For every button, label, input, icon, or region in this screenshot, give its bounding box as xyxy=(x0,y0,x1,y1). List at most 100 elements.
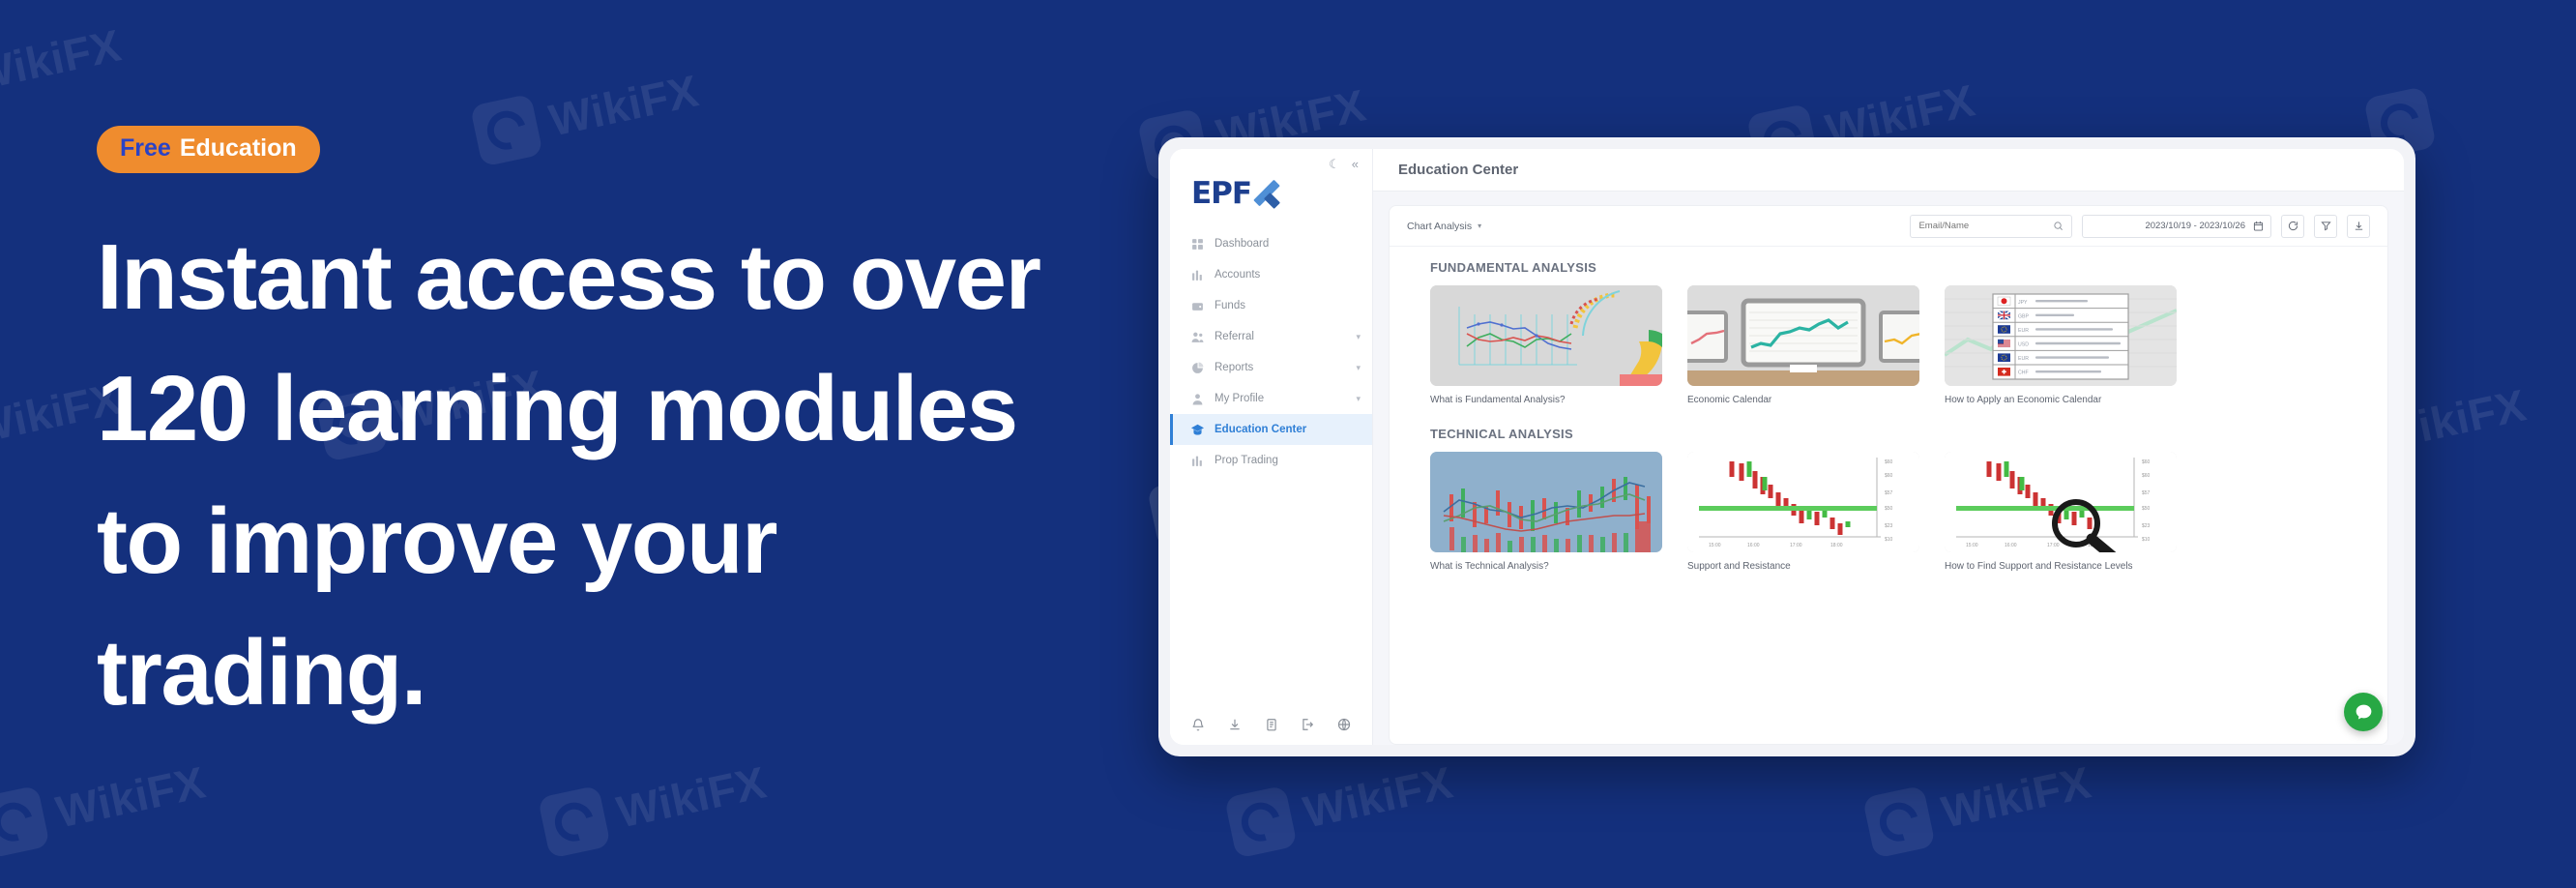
sidebar-item-dashboard[interactable]: Dashboard xyxy=(1170,228,1372,259)
sidebar-item-label: Referral xyxy=(1215,331,1254,342)
thumbnail-monitors xyxy=(1687,285,1919,386)
sidebar-item-reports[interactable]: Reports ▾ xyxy=(1170,352,1372,383)
sidebar-item-label: Prop Trading xyxy=(1215,455,1278,466)
users-icon xyxy=(1191,331,1204,343)
download-icon[interactable] xyxy=(1228,718,1242,731)
card-what-is-fundamental-analysis[interactable]: What is Fundamental Analysis? xyxy=(1430,285,1662,405)
thumbnail-flag-table: JPY GBP EUR USD EUR CHF xyxy=(1945,285,2177,386)
watermark: WikiFX xyxy=(1861,751,2096,859)
graduation-icon xyxy=(1191,424,1204,436)
wikifx-logo-icon xyxy=(1223,784,1298,859)
bell-icon[interactable] xyxy=(1191,718,1205,731)
wallet-icon xyxy=(1191,300,1204,312)
watermark: WikiFX xyxy=(537,751,772,859)
chart-analysis-select[interactable]: Chart Analysis ▾ xyxy=(1407,221,1481,232)
sidebar-item-referral[interactable]: Referral ▾ xyxy=(1170,321,1372,352)
sidebar-item-my-profile[interactable]: My Profile ▾ xyxy=(1170,383,1372,414)
sidebar-item-label: Dashboard xyxy=(1215,238,1270,250)
date-range-value: 2023/10/19 - 2023/10/26 xyxy=(2145,221,2245,231)
svg-text:$50: $50 xyxy=(2142,506,2151,512)
main-content: Education Center Chart Analysis ▾ 2023/1… xyxy=(1373,149,2404,745)
logout-icon[interactable] xyxy=(1301,718,1314,731)
fundamental-card-grid: What is Fundamental Analysis? Economic C… xyxy=(1390,285,2387,405)
pie-icon xyxy=(1191,362,1204,374)
svg-text:16:00: 16:00 xyxy=(2005,543,2017,548)
date-range-field[interactable]: 2023/10/19 - 2023/10/26 xyxy=(2082,214,2271,238)
watermark-text: WikiFX xyxy=(1937,756,2095,838)
moon-icon[interactable]: ☾ xyxy=(1329,158,1340,170)
epfx-logo: EPF xyxy=(1170,170,1372,226)
badge-education-label: Education xyxy=(179,134,297,162)
svg-text:GBP: GBP xyxy=(2018,314,2029,320)
sidebar-item-education-center[interactable]: Education Center xyxy=(1170,414,1372,445)
watermark: WikiFX xyxy=(0,751,211,859)
watermark-text: WikiFX xyxy=(0,19,126,101)
sidebar-item-accounts[interactable]: Accounts xyxy=(1170,259,1372,290)
export-button[interactable] xyxy=(2347,214,2370,238)
card-caption: What is Technical Analysis? xyxy=(1430,561,1549,572)
card-how-to-find-support-resistance[interactable]: 15:0016:0017:0018:00 $60$60$57$50$23$10 xyxy=(1945,452,2177,572)
hero-copy: Free Education Instant access to over 120… xyxy=(97,126,1122,739)
whatsapp-chat-button[interactable] xyxy=(2344,693,2383,731)
svg-text:$10: $10 xyxy=(2142,537,2151,543)
chevron-down-icon: ▾ xyxy=(1356,331,1361,341)
sidebar-item-label: Funds xyxy=(1215,300,1245,311)
collapse-icon[interactable]: « xyxy=(1352,158,1359,170)
search-input[interactable] xyxy=(1918,221,2054,231)
sidebar-nav: Dashboard Accounts Funds Referral ▾ Repo… xyxy=(1170,226,1372,718)
card-support-and-resistance[interactable]: 15:00 16:00 17:00 18:00 $60 $60 $57 $50 $23 $10 … xyxy=(1687,452,1919,572)
education-panel: Chart Analysis ▾ 2023/10/19 - 2023/10/26 xyxy=(1389,205,2388,745)
refresh-button[interactable] xyxy=(2281,214,2304,238)
card-caption: Economic Calendar xyxy=(1687,395,1772,405)
svg-text:$23: $23 xyxy=(2142,523,2151,529)
sidebar-item-prop-trading[interactable]: Prop Trading xyxy=(1170,445,1372,476)
wikifx-logo-icon xyxy=(0,784,50,859)
filter-button[interactable] xyxy=(2314,214,2337,238)
user-icon xyxy=(1191,393,1204,405)
page-header: Education Center xyxy=(1373,149,2404,192)
sidebar-item-funds[interactable]: Funds xyxy=(1170,290,1372,321)
card-caption: How to Apply an Economic Calendar xyxy=(1945,395,2102,405)
globe-icon[interactable] xyxy=(1337,718,1351,731)
svg-text:CHF: CHF xyxy=(2018,370,2029,376)
status-badge: Free Education xyxy=(97,126,320,173)
page-title: Instant access to over 120 learning modu… xyxy=(97,225,1041,725)
svg-text:16:00: 16:00 xyxy=(1747,543,1760,548)
card-caption: Support and Resistance xyxy=(1687,561,1791,572)
clipboard-icon[interactable] xyxy=(1265,718,1278,731)
wikifx-logo-icon xyxy=(537,784,611,859)
sidebar-item-label: Education Center xyxy=(1215,424,1307,435)
download-icon xyxy=(2355,222,2362,230)
search-field[interactable] xyxy=(1910,214,2073,238)
bars-icon xyxy=(1191,269,1204,281)
sidebar-bottom-actions xyxy=(1170,718,1372,745)
calendar-icon xyxy=(2253,221,2264,231)
card-caption: What is Fundamental Analysis? xyxy=(1430,395,1566,405)
sidebar-item-label: Accounts xyxy=(1215,269,1261,281)
thumbnail-line-chart-donut xyxy=(1430,285,1662,386)
watermark-text: WikiFX xyxy=(51,756,210,838)
chevron-down-icon: ▾ xyxy=(1478,222,1482,230)
svg-text:$50: $50 xyxy=(1885,506,1893,512)
svg-text:15:00: 15:00 xyxy=(1709,543,1721,548)
watermark-text: WikiFX xyxy=(1299,756,1457,838)
card-what-is-technical-analysis[interactable]: What is Technical Analysis? xyxy=(1430,452,1662,572)
svg-text:EUR: EUR xyxy=(2018,328,2029,334)
chevron-down-icon: ▾ xyxy=(1356,393,1361,403)
svg-text:17:00: 17:00 xyxy=(2047,543,2060,548)
svg-text:JPY: JPY xyxy=(2018,300,2028,306)
wikifx-logo-icon xyxy=(1861,784,1936,859)
svg-text:$57: $57 xyxy=(1885,490,1893,496)
svg-text:$57: $57 xyxy=(2142,490,2151,496)
card-economic-calendar[interactable]: Economic Calendar xyxy=(1687,285,1919,405)
card-how-to-apply-economic-calendar[interactable]: JPY GBP EUR USD EUR CHF How to Apply an … xyxy=(1945,285,2177,405)
panel-body: FUNDAMENTAL ANALYSIS What is Fundamental… xyxy=(1390,247,2387,744)
svg-text:18:00: 18:00 xyxy=(1830,543,1843,548)
toolbar: Chart Analysis ▾ 2023/10/19 - 2023/10/26 xyxy=(1390,206,2387,247)
thumbnail-candles-support: 15:00 16:00 17:00 18:00 $60 $60 $57 $50 $23 $10 xyxy=(1687,452,1919,552)
logo-x-mark-icon xyxy=(1252,179,1281,209)
svg-text:$60: $60 xyxy=(2142,473,2151,479)
thumbnail-candles-magnify: 15:0016:0017:0018:00 $60$60$57$50$23$10 xyxy=(1945,452,2177,552)
refresh-icon xyxy=(2288,221,2298,231)
svg-text:$10: $10 xyxy=(1885,537,1893,543)
